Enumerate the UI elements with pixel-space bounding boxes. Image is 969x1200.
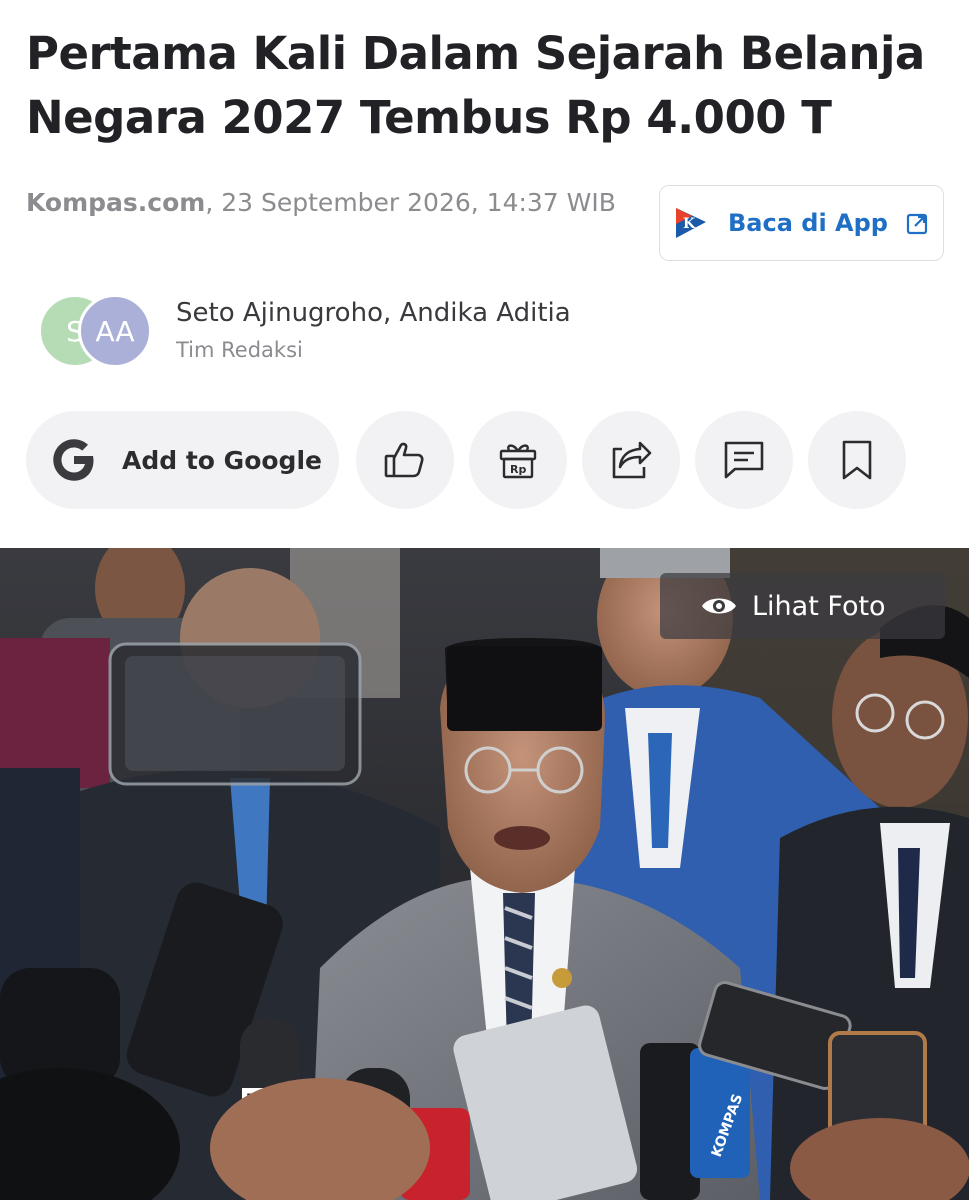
publish-datetime: , 23 September 2026, 14:37 WIB — [205, 188, 616, 217]
share-button[interactable] — [582, 411, 680, 509]
google-icon — [53, 439, 94, 481]
article-meta: Kompas.com, 23 September 2026, 14:37 WIB — [26, 184, 626, 222]
svg-text:K: K — [683, 216, 696, 232]
comment-button[interactable] — [695, 411, 793, 509]
comment-icon — [724, 441, 764, 479]
bookmark-button[interactable] — [808, 411, 906, 509]
action-bar: Add to Google Rp — [26, 411, 926, 509]
gift-button[interactable]: Rp — [469, 411, 567, 509]
kompas-logo-icon: K — [676, 208, 706, 238]
thumbs-up-icon — [384, 442, 424, 478]
press-conference-image: EL KOMPAS — [0, 548, 969, 1200]
add-to-google-label: Add to Google — [122, 445, 322, 475]
external-link-icon — [906, 213, 928, 235]
author-team: Tim Redaksi — [176, 338, 303, 362]
avatar[interactable]: AA — [78, 294, 152, 368]
author-block: S AA Seto Ajinugroho, Andika Aditia Tim … — [38, 294, 738, 374]
source-name[interactable]: Kompas.com — [26, 188, 205, 217]
svg-text:Rp: Rp — [510, 463, 526, 476]
article-title: Pertama Kali Dalam Sejarah Belanja Negar… — [26, 27, 925, 144]
view-photo-label: Lihat Foto — [752, 590, 886, 622]
read-in-app-label: Baca di App — [728, 209, 888, 237]
bookmark-icon — [842, 440, 872, 480]
gift-rp-icon: Rp — [499, 444, 537, 479]
article-photo[interactable]: EL KOMPAS Lihat Foto — [0, 548, 969, 1200]
share-icon — [612, 441, 652, 479]
add-to-google-button[interactable]: Add to Google — [26, 411, 339, 509]
like-button[interactable] — [356, 411, 454, 509]
eye-icon — [702, 598, 736, 614]
author-names[interactable]: Seto Ajinugroho, Andika Aditia — [176, 298, 571, 328]
read-in-app-button[interactable]: K Baca di App — [659, 185, 944, 261]
view-photo-button[interactable]: Lihat Foto — [660, 573, 945, 639]
